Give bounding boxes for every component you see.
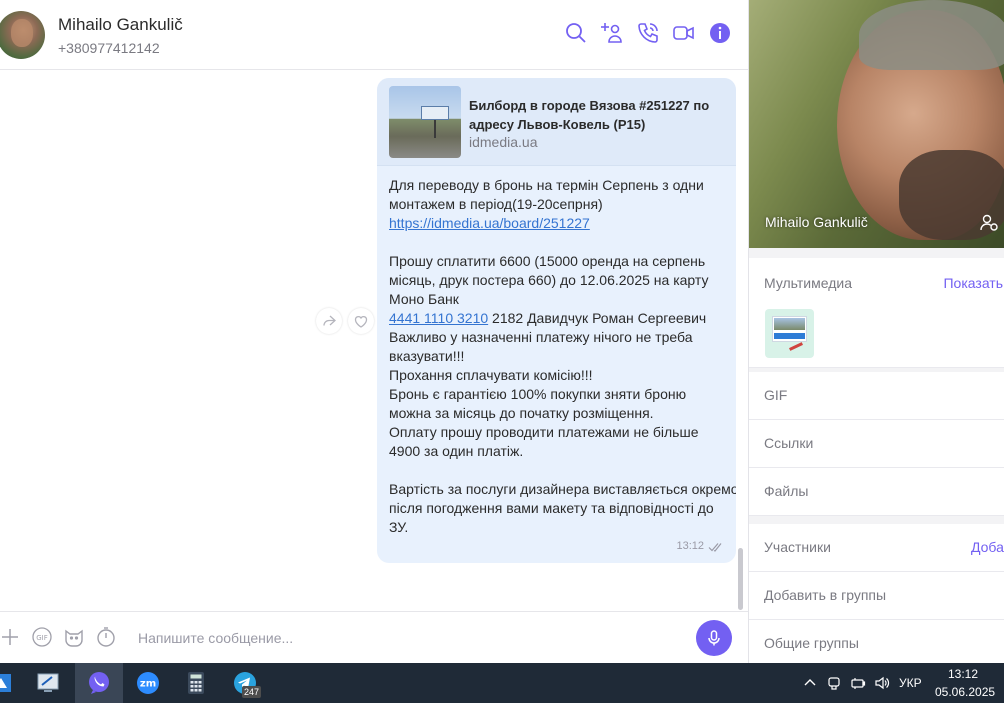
viber-window: Mihailo Gankulič +380977412142 Билборд в… xyxy=(0,0,1004,703)
message-line: Важливо у назначенні платежу нічого не т… xyxy=(389,329,693,345)
photo-contact-name: Mihailo Gankulič xyxy=(765,214,868,230)
taskbar-viber-icon[interactable] xyxy=(75,663,123,703)
phone-call-icon[interactable] xyxy=(636,21,660,45)
edit-contact-icon[interactable] xyxy=(979,212,999,232)
add-to-groups-label: Добавить в группы xyxy=(764,587,887,603)
message-line: вказувати!!! xyxy=(389,348,465,364)
tray-chevron-up-icon[interactable] xyxy=(800,663,820,703)
participants-label: Участники xyxy=(764,539,831,555)
common-groups-row[interactable]: Общие группы xyxy=(749,620,1004,663)
svg-text:zm: zm xyxy=(140,679,156,690)
message-line: Прохання сплачувати комісію!!! xyxy=(389,367,593,383)
chat-pane: Mihailo Gankulič +380977412142 Билборд в… xyxy=(0,0,748,663)
message-line: місяць, друк постера 660) до 12.06.2025 … xyxy=(389,272,709,288)
message-list-scrollbar[interactable] xyxy=(738,548,743,610)
multimedia-label: Мультимедиа xyxy=(764,275,852,291)
gif-label: GIF xyxy=(764,387,788,403)
message-line: 2182 Давидчук Роман Сергеевич xyxy=(488,310,707,326)
message-line: ЗУ. xyxy=(389,519,409,535)
read-checkmarks-icon xyxy=(708,543,722,552)
contact-info-panel: Mihailo Gankulič Мультимедиа Показать GI… xyxy=(748,0,1004,663)
card-number-link[interactable]: 4441 1110 3210 xyxy=(389,310,488,326)
message-line: можна за місяць до початку розміщення. xyxy=(389,405,654,421)
sticker-icon[interactable] xyxy=(63,626,85,648)
tray-battery-icon[interactable] xyxy=(848,663,868,703)
files-section[interactable]: Файлы xyxy=(749,468,1004,516)
like-heart-icon[interactable] xyxy=(348,308,374,334)
message-actions xyxy=(316,308,374,334)
taskbar: zm xyxy=(0,663,1004,703)
message-input[interactable]: Напишите сообщение... xyxy=(138,630,293,646)
message-line: Оплату прошу проводити платежами не біль… xyxy=(389,424,699,440)
tray-meet-icon[interactable] xyxy=(824,663,844,703)
svg-text:GIF: GIF xyxy=(36,634,48,642)
message-line: Вартість за послуги дизайнера виставляєт… xyxy=(389,481,736,497)
message-line: Прошу сплатити 6600 (15000 оренда на сер… xyxy=(389,253,706,269)
message-time: 13:12 xyxy=(676,540,704,552)
files-label: Файлы xyxy=(764,483,809,499)
gif-icon[interactable]: GIF xyxy=(31,626,53,648)
tray-volume-icon[interactable] xyxy=(872,663,892,703)
message-line: Моно Банк xyxy=(389,291,459,307)
link-preview[interactable]: Билборд в городе Вязова #251227 по адрес… xyxy=(377,78,736,166)
message-bubble[interactable]: Билборд в городе Вязова #251227 по адрес… xyxy=(377,78,736,563)
message-text: Для переводу в бронь на термін Серпень з… xyxy=(389,176,736,537)
contact-photo[interactable]: Mihailo Gankulič xyxy=(749,0,1004,248)
message-line: монтажем в період(19-20сепрня) xyxy=(389,196,603,212)
telegram-unread-badge: 247 xyxy=(242,686,262,698)
contact-phone: +380977412142 xyxy=(58,40,160,56)
message-line: Для переводу в бронь на термін Серпень з… xyxy=(389,177,704,193)
chat-header: Mihailo Gankulič +380977412142 xyxy=(0,0,748,70)
message-line: після погодження вами макету та відповід… xyxy=(389,500,714,516)
participants-section: Участники Добавить xyxy=(749,524,1004,572)
preview-title[interactable]: Билборд в городе Вязова #251227 по адрес… xyxy=(469,96,727,134)
tray-date[interactable]: 05.06.2025 xyxy=(935,685,995,699)
plus-icon[interactable] xyxy=(0,626,21,648)
voice-message-button[interactable] xyxy=(696,620,732,656)
forward-icon[interactable] xyxy=(316,308,342,334)
add-participant-button[interactable]: Добавить xyxy=(971,539,1004,555)
preview-domain: idmedia.ua xyxy=(469,134,538,150)
preview-image xyxy=(389,86,461,158)
info-icon[interactable] xyxy=(708,21,732,45)
links-section[interactable]: Ссылки xyxy=(749,420,1004,468)
message-line: 4900 за один платіж. xyxy=(389,443,524,459)
taskbar-calculator-icon[interactable] xyxy=(172,663,220,703)
tray-language[interactable]: УКР xyxy=(899,676,922,690)
taskbar-zoom-icon[interactable]: zm xyxy=(124,663,172,703)
avatar[interactable] xyxy=(0,11,45,59)
gif-section[interactable]: GIF xyxy=(749,372,1004,420)
timer-icon[interactable] xyxy=(95,626,117,648)
message-list[interactable]: Билборд в городе Вязова #251227 по адрес… xyxy=(0,70,748,611)
header-actions xyxy=(564,21,732,45)
composer: GIF Напишите сообщение... xyxy=(0,611,748,663)
message-link[interactable]: https://idmedia.ua/board/251227 xyxy=(389,215,590,231)
add-to-groups-row[interactable]: Добавить в группы xyxy=(749,572,1004,620)
common-groups-label: Общие группы xyxy=(764,635,859,651)
add-participant-icon[interactable] xyxy=(600,21,624,45)
taskbar-remote-desktop-icon[interactable] xyxy=(24,663,72,703)
message-line: Бронь є гарантією 100% покупки зняти бро… xyxy=(389,386,687,402)
media-thumbnail[interactable] xyxy=(765,309,814,358)
taskbar-app-icon[interactable] xyxy=(0,663,24,703)
search-icon[interactable] xyxy=(564,21,588,45)
links-label: Ссылки xyxy=(764,435,814,451)
video-call-icon[interactable] xyxy=(672,21,696,45)
contact-name[interactable]: Mihailo Gankulič xyxy=(58,15,183,35)
microphone-icon xyxy=(708,630,720,646)
show-multimedia-button[interactable]: Показать xyxy=(943,275,1003,291)
tray-time[interactable]: 13:12 xyxy=(948,667,978,681)
